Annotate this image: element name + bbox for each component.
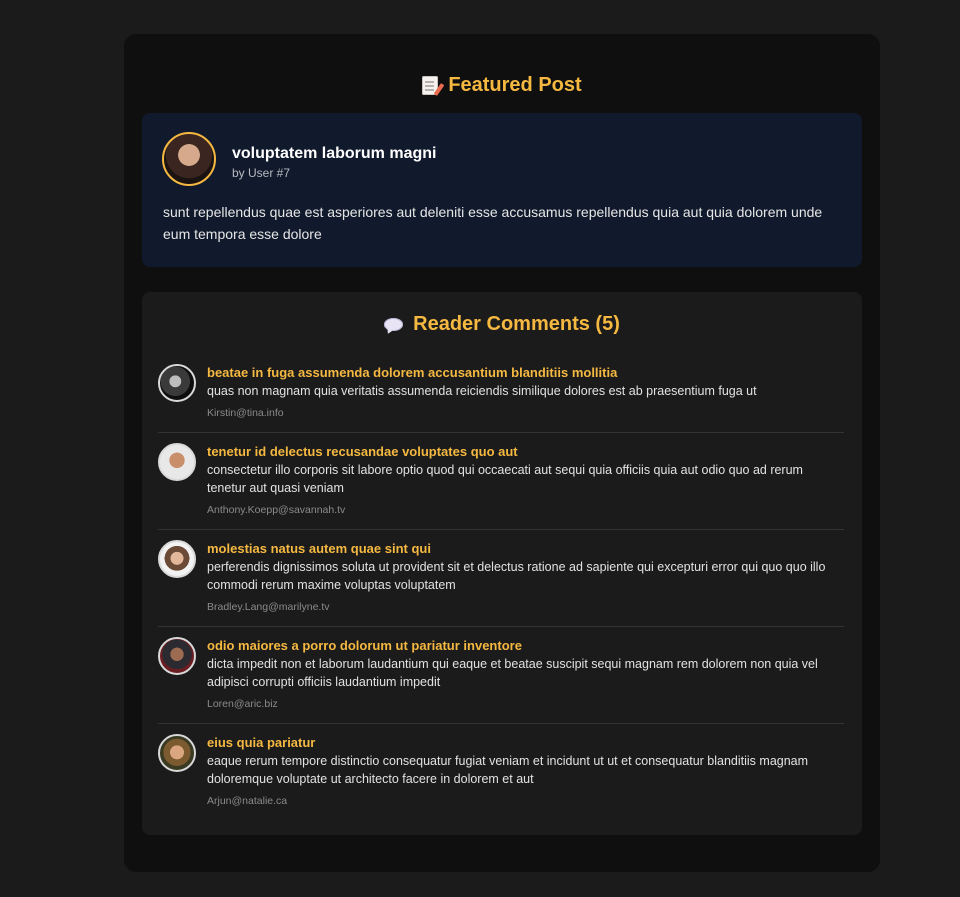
comment-email: Anthony.Koepp@savannah.tv — [207, 504, 346, 516]
comment-item: beatae in fuga assumenda dolorem accusan… — [158, 354, 844, 433]
reader-comments-heading: Reader Comments (5) — [142, 311, 862, 337]
comment-email: Loren@aric.biz — [207, 698, 278, 710]
comment-title: molestias natus autem quae sint qui — [207, 541, 431, 556]
featured-post-heading: Featured Post — [124, 72, 880, 98]
post-body: sunt repellendus quae est asperiores aut… — [163, 204, 823, 242]
post-title: voluptatem laborum magni — [232, 145, 437, 162]
comment-email: Arjun@natalie.ca — [207, 795, 288, 807]
commenter-avatar — [158, 540, 196, 578]
comment-email: Bradley.Lang@marilyne.tv — [207, 601, 330, 613]
commenter-avatar — [158, 734, 196, 772]
speech-bubble-icon — [384, 317, 404, 331]
commenter-avatar — [158, 637, 196, 675]
comment-body: perferendis dignissimos soluta ut provid… — [207, 560, 826, 592]
author-avatar — [162, 132, 216, 186]
comment-title: beatae in fuga assumenda dolorem accusan… — [207, 365, 618, 380]
comment-email: Kirstin@tina.info — [207, 407, 284, 419]
comment-item: molestias natus autem quae sint qui perf… — [158, 530, 844, 627]
reader-comments-heading-text: Reader Comments (5) — [413, 312, 620, 335]
memo-icon — [422, 75, 439, 95]
featured-post-card: voluptatem laborum magni by User #7 sunt… — [142, 113, 862, 267]
comment-body: consectetur illo corporis sit labore opt… — [207, 463, 803, 495]
featured-post-heading-text: Featured Post — [448, 73, 582, 96]
comment-body: dicta impedit non et laborum laudantium … — [207, 657, 818, 689]
comment-list: beatae in fuga assumenda dolorem accusan… — [158, 354, 844, 820]
comment-title: odio maiores a porro dolorum ut pariatur… — [207, 638, 522, 653]
commenter-avatar — [158, 443, 196, 481]
comment-body: quas non magnam quia veritatis assumenda… — [207, 384, 757, 398]
post-author: by User #7 — [232, 166, 291, 180]
comment-body: eaque rerum tempore distinctio consequat… — [207, 754, 809, 786]
comment-title: tenetur id delectus recusandae voluptate… — [207, 444, 518, 459]
comment-item: tenetur id delectus recusandae voluptate… — [158, 433, 844, 530]
commenter-avatar — [158, 364, 196, 402]
reader-comments-card: Reader Comments (5) beatae in fuga assum… — [142, 292, 862, 835]
comment-item: eius quia pariatur eaque rerum tempore d… — [158, 724, 844, 820]
blog-panel: Featured Post voluptatem laborum magni b… — [124, 34, 880, 872]
comment-item: odio maiores a porro dolorum ut pariatur… — [158, 627, 844, 724]
comment-title: eius quia pariatur — [207, 735, 316, 750]
